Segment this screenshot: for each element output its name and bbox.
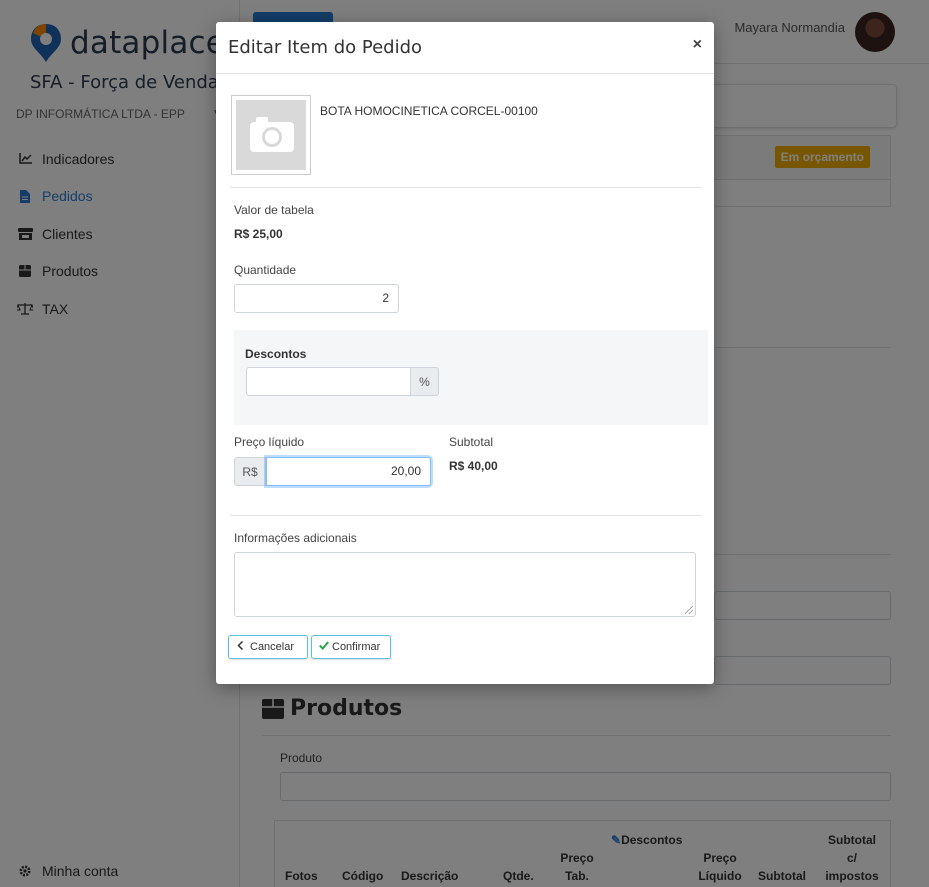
additional-info-textarea[interactable] bbox=[234, 552, 696, 617]
modal-header: Editar Item do Pedido × bbox=[216, 22, 714, 74]
confirm-label: Confirmar bbox=[332, 641, 381, 653]
modal-title: Editar Item do Pedido bbox=[228, 37, 423, 58]
edit-item-modal: Editar Item do Pedido × BOTA HOMOCINETIC… bbox=[216, 22, 714, 684]
quantity-input[interactable]: 2 bbox=[234, 284, 399, 313]
subtotal-label: Subtotal bbox=[449, 435, 494, 449]
additional-info-label: Informações adicionais bbox=[234, 531, 357, 545]
subtotal-value: R$ 40,00 bbox=[449, 459, 498, 473]
cancel-button[interactable]: Cancelar bbox=[228, 635, 308, 659]
close-icon[interactable]: × bbox=[693, 36, 702, 54]
resize-handle-icon[interactable] bbox=[685, 606, 693, 614]
currency-addon: R$ bbox=[234, 457, 266, 486]
percent-addon: % bbox=[410, 367, 439, 396]
table-value-label: Valor de tabela bbox=[234, 203, 314, 217]
product-name: BOTA HOMOCINETICA CORCEL-00100 bbox=[320, 104, 538, 118]
check-icon bbox=[319, 641, 329, 653]
camera-icon bbox=[236, 100, 306, 170]
chevron-left-icon bbox=[237, 640, 244, 653]
table-value: R$ 25,00 bbox=[234, 227, 283, 241]
quantity-label: Quantidade bbox=[234, 263, 297, 277]
cancel-label: Cancelar bbox=[250, 641, 295, 653]
discounts-label: Descontos bbox=[245, 347, 307, 361]
discounts-panel: Descontos % bbox=[234, 330, 708, 425]
net-price-input[interactable]: 20,00 bbox=[266, 457, 431, 486]
divider bbox=[230, 187, 702, 188]
divider bbox=[230, 515, 702, 516]
net-price-label: Preço líquido bbox=[234, 435, 305, 449]
discount-percent-input[interactable] bbox=[246, 367, 411, 396]
product-photo[interactable] bbox=[231, 95, 311, 175]
confirm-button[interactable]: Confirmar bbox=[311, 635, 391, 659]
